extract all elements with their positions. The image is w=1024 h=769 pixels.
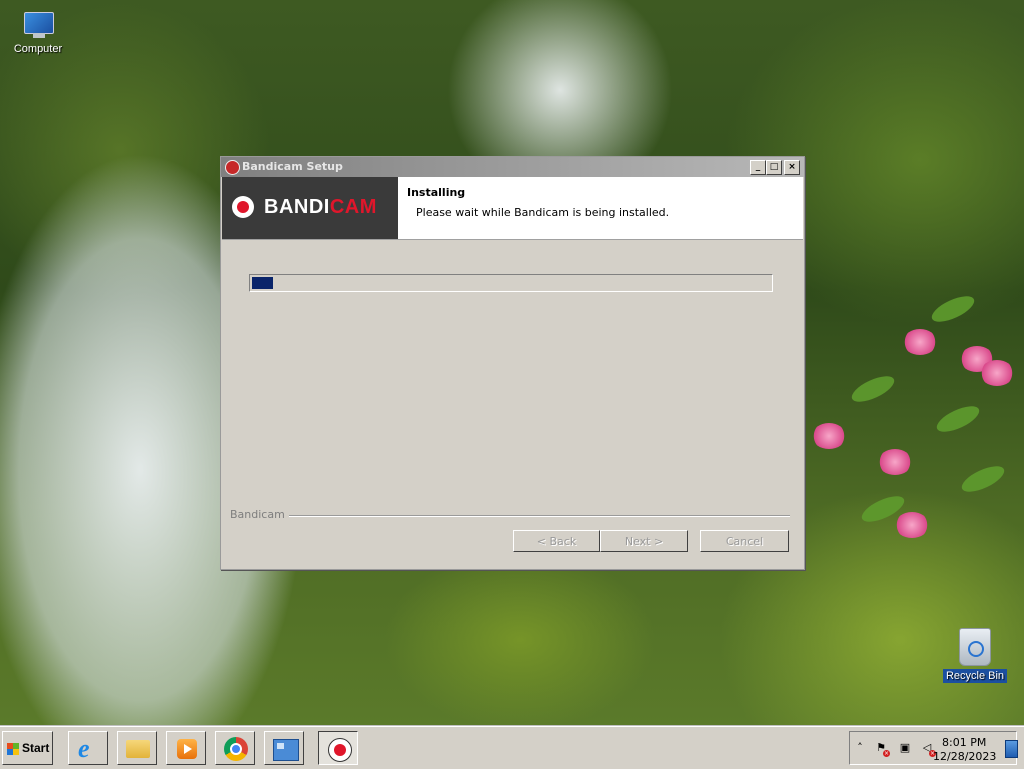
next-button[interactable]: Next > [600,530,688,552]
show-desktop-button[interactable] [1005,740,1018,758]
minimize-button[interactable]: _ [750,160,766,175]
clock-date[interactable]: 12/28/2023 [933,750,996,763]
back-button[interactable]: < Back [513,530,600,552]
desktop-icon-label: Recycle Bin [942,669,1008,683]
desktop-icon-computer[interactable]: Computer [3,10,73,55]
bandicam-setup-icon [328,738,352,762]
cancel-button[interactable]: Cancel [700,530,789,552]
computer-icon [21,10,55,40]
window-title: Bandicam Setup [242,160,343,173]
chrome-icon [224,737,248,761]
folder-icon [126,740,150,758]
window-titlebar[interactable]: Bandicam Setup _ □ × [221,157,804,177]
bandicam-icon [225,160,240,175]
leaf-decoration [958,461,1008,497]
taskbar-app-file-explorer[interactable] [117,731,157,765]
taskbar-app-internet-explorer[interactable]: e [68,731,108,765]
progress-fill [252,277,273,289]
bandicam-logo: BANDICAM [222,177,398,239]
setup-window: Bandicam Setup _ □ × BANDICAM Installing… [220,156,805,570]
install-progress-bar [249,274,773,292]
taskbar-app-bandicam-setup[interactable] [318,731,358,765]
footer-divider [231,515,790,517]
flower-decoration [980,360,1014,386]
page-title: Installing [407,186,466,199]
internet-explorer-icon: e [78,734,90,763]
control-panel-icon [273,739,299,761]
desktop-icon-label: Computer [13,43,63,55]
close-button[interactable]: × [784,160,800,175]
volume-muted-icon[interactable]: ◁ × [920,741,936,757]
flower-decoration [878,449,912,475]
leaf-decoration [933,401,983,437]
page-subtitle: Please wait while Bandicam is being inst… [416,206,670,219]
action-center-flag-icon[interactable]: ⚑ × [874,741,890,757]
desktop-icon-recycle-bin[interactable]: Recycle Bin [940,628,1010,683]
clock-time[interactable]: 8:01 PM [942,736,986,749]
taskbar-app-media-player[interactable] [166,731,206,765]
show-hidden-icons-button[interactable]: ˄ [853,741,867,755]
flower-decoration [895,512,929,538]
flower-decoration [812,423,846,449]
taskbar-app-control-panel[interactable] [264,731,304,765]
brand-footer-label: Bandicam [230,508,289,521]
taskbar: Start e ˄ ⚑ × ▣ ◁ × 8:01 PM 12/28/2023 [0,726,1024,769]
media-player-icon [177,739,197,759]
leaf-decoration [928,291,978,327]
network-icon[interactable]: ▣ [898,741,912,755]
start-button[interactable]: Start [2,731,53,765]
maximize-button[interactable]: □ [766,160,782,175]
record-icon [232,196,254,218]
flower-decoration [903,329,937,355]
recycle-bin-icon [959,628,991,666]
logo-text: BANDICAM [264,196,377,218]
taskbar-app-chrome[interactable] [215,731,255,765]
leaf-decoration [848,371,898,407]
setup-header: BANDICAM Installing Please wait while Ba… [222,177,803,240]
system-tray: ˄ ⚑ × ▣ ◁ × 8:01 PM 12/28/2023 [849,731,1018,765]
windows-logo-icon [7,743,19,755]
start-label: Start [22,741,50,755]
